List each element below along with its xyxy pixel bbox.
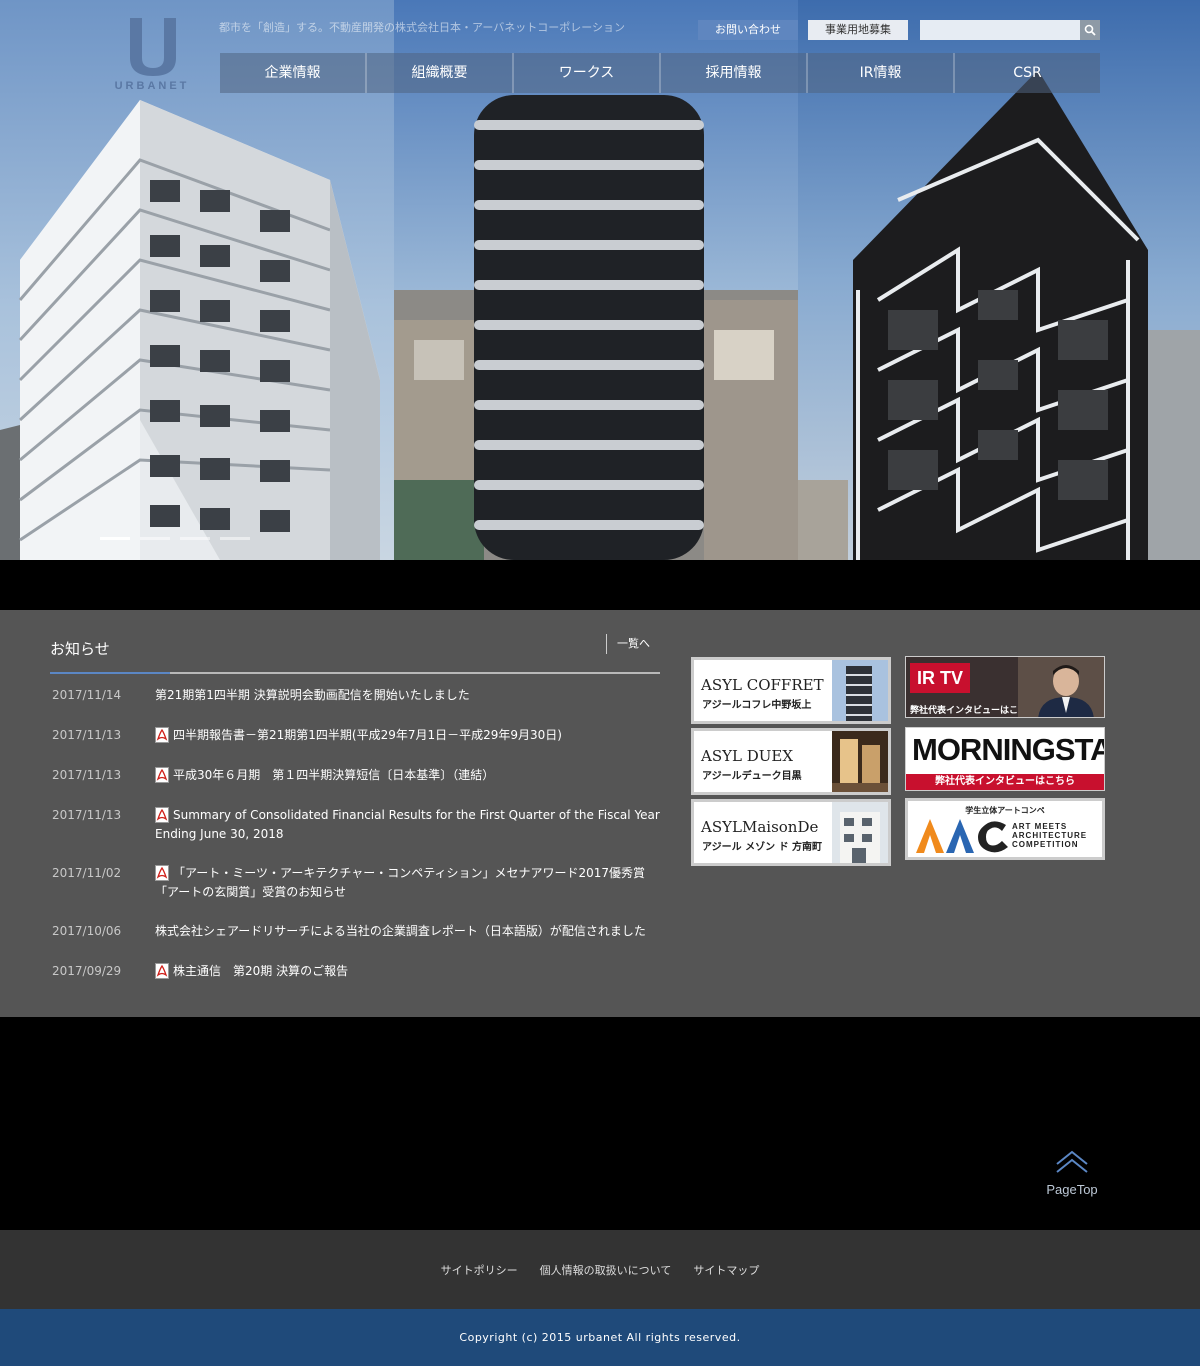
- pagetop-button[interactable]: PageTop: [1040, 1150, 1104, 1202]
- footer-link-sitemap[interactable]: サイトマップ: [693, 1262, 759, 1278]
- news-item[interactable]: 2017/11/14 第21期第1四半期 決算説明会動画配信を開始いたしました: [50, 686, 660, 705]
- urbanet-logo[interactable]: URBANET: [100, 18, 204, 98]
- news-text-container: Summary of Consolidated Financial Result…: [155, 806, 660, 844]
- news-text[interactable]: 株主通信 第20期 決算のご報告: [173, 964, 348, 978]
- logo-u-icon: [130, 18, 176, 76]
- news-text[interactable]: 第21期第1四半期 決算説明会動画配信を開始いたしました: [155, 688, 470, 702]
- news-text[interactable]: 株式会社シェアードリサーチによる当社の企業調査レポート（日本語版）が配信されまし…: [155, 924, 646, 938]
- news-item[interactable]: 2017/11/13 四半期報告書－第21期第1四半期(平成29年7月1日－平成2…: [50, 726, 660, 745]
- logo-text: URBANET: [114, 80, 190, 92]
- main-nav: 企業情報 組織概要 ワークス 採用情報 IR情報 CSR: [220, 53, 1100, 93]
- nav-item-recruit[interactable]: 採用情報: [661, 53, 808, 93]
- news-divider-accent: [50, 672, 170, 674]
- nav-item-company[interactable]: 企業情報: [220, 53, 367, 93]
- news-text-container: 平成30年６月期 第１四半期決算短信〔日本基準〕（連結）: [155, 766, 660, 785]
- pdf-icon: [155, 963, 169, 979]
- hero-slider: URBANET 都市を「創造」する。不動産開発の株式会社日本・アーバネットコーポ…: [0, 0, 1200, 560]
- news-text[interactable]: 「アート・ミーツ・アーキテクチャー・コンペティション」メセナアワード2017優秀…: [155, 866, 645, 899]
- banner-sub: アジールコフレ中野坂上: [702, 700, 812, 711]
- contact-button[interactable]: お問い合わせ: [698, 20, 798, 40]
- news-text-container: 株式会社シェアードリサーチによる当社の企業調査レポート（日本語版）が配信されまし…: [155, 922, 660, 941]
- news-date: 2017/11/13: [52, 768, 122, 782]
- banner-name: ASYL DUEX: [701, 747, 794, 765]
- footer-link-site-policy[interactable]: サイトポリシー: [441, 1262, 518, 1278]
- banner-asyl-maisonde[interactable]: ASYLMaisonDe アジール メゾン ド 方南町: [691, 799, 891, 866]
- pdf-icon: [155, 727, 169, 743]
- news-section: お知らせ 一覧へ 2017/11/14 第21期第1四半期 決算説明会動画配信を開…: [50, 634, 660, 979]
- banner-name: ASYLMaisonDe: [701, 818, 819, 836]
- pdf-icon: [155, 807, 169, 823]
- news-text-container: 四半期報告書－第21期第1四半期(平成29年7月1日－平成29年9月30日): [155, 726, 660, 745]
- news-item[interactable]: 2017/10/06 株式会社シェアードリサーチによる当社の企業調査レポート（日本…: [50, 922, 660, 941]
- search-input[interactable]: [920, 20, 1080, 40]
- aac-logo-icon: [916, 819, 1008, 853]
- banner-sub: アジール メゾン ド 方南町: [702, 842, 823, 853]
- slider-pagination: [100, 537, 250, 540]
- ir-tv-logo: IR TV: [910, 663, 970, 693]
- aac-word: ART MEETS: [1012, 822, 1068, 831]
- nav-item-ir[interactable]: IR情報: [808, 53, 955, 93]
- nav-item-works[interactable]: ワークス: [514, 53, 661, 93]
- land-recruit-button[interactable]: 事業用地募集: [808, 20, 908, 40]
- banner-sub: アジールデューク目黒: [702, 771, 802, 782]
- news-date: 2017/11/02: [52, 866, 122, 880]
- news-text[interactable]: 四半期報告書－第21期第1四半期(平成29年7月1日－平成29年9月30日): [173, 728, 562, 742]
- banner-ir-tv[interactable]: IR TV 弊社代表インタビューはこちら: [905, 656, 1105, 718]
- news-text-container: 株主通信 第20期 決算のご報告: [155, 962, 660, 981]
- banner-aac[interactable]: 学生立体アートコンペ ART MEETS ARCHITECTURE COMPET…: [905, 798, 1105, 860]
- news-item[interactable]: 2017/11/02 「アート・ミーツ・アーキテクチャー・コンペティション」メセナ…: [50, 864, 660, 902]
- news-text-container: 第21期第1四半期 決算説明会動画配信を開始いたしました: [155, 686, 660, 705]
- footer-nav: サイトポリシー 個人情報の取扱いについて サイトマップ: [0, 1230, 1200, 1309]
- news-text[interactable]: Summary of Consolidated Financial Result…: [155, 808, 660, 841]
- news-text-container: 「アート・ミーツ・アーキテクチャー・コンペティション」メセナアワード2017優秀…: [155, 864, 660, 902]
- slider-dot[interactable]: [140, 537, 170, 540]
- slider-dot[interactable]: [100, 537, 130, 540]
- copyright: Copyright (c) 2015 urbanet All rights re…: [0, 1309, 1200, 1366]
- news-date: 2017/11/14: [52, 688, 122, 702]
- slider-dot[interactable]: [220, 537, 250, 540]
- banner-asyl-coffret[interactable]: ASYL COFFRET アジールコフレ中野坂上: [691, 657, 891, 724]
- slider-dot[interactable]: [180, 537, 210, 540]
- news-date: 2017/11/13: [52, 808, 122, 822]
- news-more-link[interactable]: 一覧へ: [606, 634, 650, 654]
- morningstar-logo: MORNINGSTAR: [912, 732, 1104, 767]
- aac-word: ARCHITECTURE: [1012, 831, 1088, 840]
- nav-item-csr[interactable]: CSR: [955, 53, 1100, 93]
- banner-morningstar[interactable]: MORNINGSTAR 弊社代表インタビューはこちら: [905, 727, 1105, 791]
- news-item[interactable]: 2017/09/29 株主通信 第20期 決算のご報告: [50, 962, 660, 981]
- news-item[interactable]: 2017/11/13 Summary of Consolidated Financ…: [50, 806, 660, 844]
- search-button[interactable]: [1080, 20, 1100, 40]
- search-icon: [1084, 24, 1096, 36]
- news-date: 2017/09/29: [52, 964, 122, 978]
- aac-words: ART MEETS ARCHITECTURE COMPETITION: [1012, 822, 1087, 849]
- news-date: 2017/10/06: [52, 924, 122, 938]
- news-item[interactable]: 2017/11/13 平成30年６月期 第１四半期決算短信〔日本基準〕（連結）: [50, 766, 660, 785]
- news-title: お知らせ: [50, 640, 110, 658]
- pdf-icon: [155, 767, 169, 783]
- building-photo: [832, 660, 888, 721]
- banner-sub: 弊社代表インタビューはこちら: [906, 774, 1104, 790]
- banner-name: ASYL COFFRET: [701, 676, 824, 694]
- news-text[interactable]: 平成30年６月期 第１四半期決算短信〔日本基準〕（連結）: [173, 768, 494, 782]
- aac-caption: 学生立体アートコンペ: [965, 806, 1045, 815]
- pdf-icon: [155, 865, 169, 881]
- chevron-up-icon: [1056, 1150, 1088, 1173]
- footer-link-privacy[interactable]: 個人情報の取扱いについて: [540, 1262, 672, 1278]
- building-photo: [832, 802, 888, 863]
- interior-photo: [832, 731, 888, 792]
- person-photo: [1018, 657, 1104, 717]
- site-tagline: 都市を「創造」する。不動産開発の株式会社日本・アーバネットコーポレーション: [219, 21, 626, 34]
- news-date: 2017/11/13: [52, 728, 122, 742]
- nav-item-organization[interactable]: 組織概要: [367, 53, 514, 93]
- pagetop-label: PageTop: [1046, 1182, 1098, 1197]
- banner-asyl-duex[interactable]: ASYL DUEX アジールデューク目黒: [691, 728, 891, 795]
- aac-word: COMPETITION: [1012, 840, 1079, 849]
